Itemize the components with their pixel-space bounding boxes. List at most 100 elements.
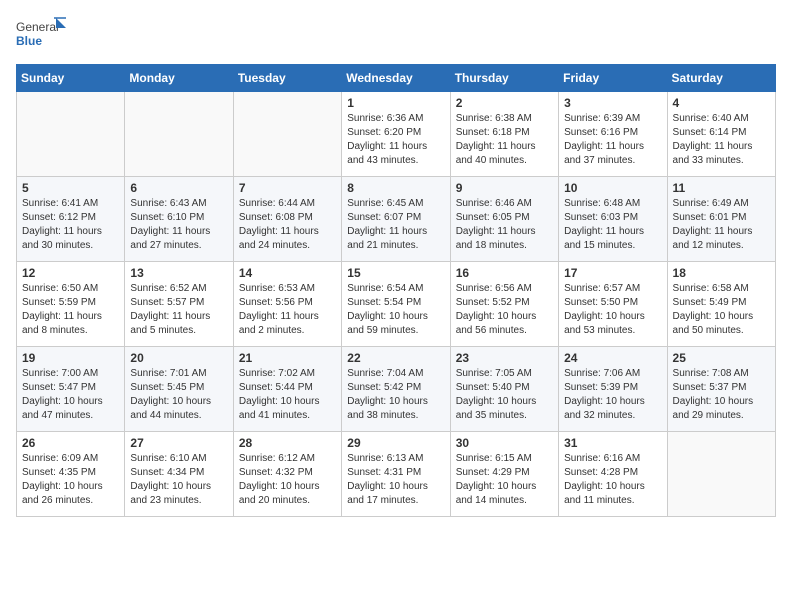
cell-sun-info: Sunrise: 7:01 AM Sunset: 5:45 PM Dayligh… — [130, 367, 227, 423]
day-number: 15 — [347, 266, 444, 280]
cell-sun-info: Sunrise: 7:05 AM Sunset: 5:40 PM Dayligh… — [456, 367, 553, 423]
cell-sun-info: Sunrise: 6:58 AM Sunset: 5:49 PM Dayligh… — [673, 282, 770, 338]
calendar-week-row: 26 Sunrise: 6:09 AM Sunset: 4:35 PM Dayli… — [17, 432, 776, 517]
calendar-cell: 28Sunrise: 6:12 AM Sunset: 4:32 PM Dayli… — [233, 432, 341, 517]
day-number: 1 — [347, 96, 444, 110]
svg-text:Blue: Blue — [16, 34, 42, 48]
calendar-cell: 16 Sunrise: 6:56 AM Sunset: 5:52 PM Dayli… — [450, 262, 558, 347]
cell-sun-info: Sunrise: 6:16 AM Sunset: 4:28 PM Dayligh… — [564, 452, 661, 508]
day-number: 30 — [456, 436, 553, 450]
day-number: 3 — [564, 96, 661, 110]
calendar-cell: 11Sunrise: 6:49 AM Sunset: 6:01 PM Dayli… — [667, 177, 775, 262]
cell-sun-info: Sunrise: 6:57 AM Sunset: 5:50 PM Dayligh… — [564, 282, 661, 338]
day-number: 16 — [456, 266, 553, 280]
day-number: 13 — [130, 266, 227, 280]
day-number: 22 — [347, 351, 444, 365]
calendar-cell: 21 Sunrise: 7:02 AM Sunset: 5:44 PM Dayli… — [233, 347, 341, 432]
weekday-header: Thursday — [450, 65, 558, 92]
cell-sun-info: Sunrise: 6:56 AM Sunset: 5:52 PM Dayligh… — [456, 282, 553, 338]
cell-sun-info: Sunrise: 6:48 AM Sunset: 6:03 PM Dayligh… — [564, 197, 661, 253]
calendar-cell: 6 Sunrise: 6:43 AM Sunset: 6:10 PM Daylig… — [125, 177, 233, 262]
cell-sun-info: Sunrise: 7:00 AM Sunset: 5:47 PM Dayligh… — [22, 367, 119, 423]
day-number: 26 — [22, 436, 119, 450]
calendar-cell: 27Sunrise: 6:10 AM Sunset: 4:34 PM Dayli… — [125, 432, 233, 517]
calendar-cell: 30 Sunrise: 6:15 AM Sunset: 4:29 PM Dayli… — [450, 432, 558, 517]
cell-sun-info: Sunrise: 6:38 AM Sunset: 6:18 PM Dayligh… — [456, 112, 553, 168]
calendar-cell — [233, 92, 341, 177]
calendar-week-row: 12 Sunrise: 6:50 AM Sunset: 5:59 PM Dayli… — [17, 262, 776, 347]
calendar-cell: 15 Sunrise: 6:54 AM Sunset: 5:54 PM Dayli… — [342, 262, 450, 347]
day-number: 5 — [22, 181, 119, 195]
day-number: 7 — [239, 181, 336, 195]
cell-sun-info: Sunrise: 7:04 AM Sunset: 5:42 PM Dayligh… — [347, 367, 444, 423]
calendar-cell: 23 Sunrise: 7:05 AM Sunset: 5:40 PM Dayli… — [450, 347, 558, 432]
calendar-cell: 3 Sunrise: 6:39 AM Sunset: 6:16 PM Daylig… — [559, 92, 667, 177]
day-number: 9 — [456, 181, 553, 195]
weekday-header: Sunday — [17, 65, 125, 92]
calendar-cell: 18 Sunrise: 6:58 AM Sunset: 5:49 PM Dayli… — [667, 262, 775, 347]
calendar-week-row: 19 Sunrise: 7:00 AM Sunset: 5:47 PM Dayli… — [17, 347, 776, 432]
calendar-cell: 1 Sunrise: 6:36 AM Sunset: 6:20 PM Daylig… — [342, 92, 450, 177]
calendar-cell: 7 Sunrise: 6:44 AM Sunset: 6:08 PM Daylig… — [233, 177, 341, 262]
day-number: 17 — [564, 266, 661, 280]
calendar-cell: 20 Sunrise: 7:01 AM Sunset: 5:45 PM Dayli… — [125, 347, 233, 432]
cell-sun-info: Sunrise: 6:54 AM Sunset: 5:54 PM Dayligh… — [347, 282, 444, 338]
calendar-cell: 8 Sunrise: 6:45 AM Sunset: 6:07 PM Daylig… — [342, 177, 450, 262]
calendar-cell: 26 Sunrise: 6:09 AM Sunset: 4:35 PM Dayli… — [17, 432, 125, 517]
cell-sun-info: Sunrise: 6:46 AM Sunset: 6:05 PM Dayligh… — [456, 197, 553, 253]
cell-sun-info: Sunrise: 6:10 AM Sunset: 4:34 PM Dayligh… — [130, 452, 227, 508]
calendar-cell: 14 Sunrise: 6:53 AM Sunset: 5:56 PM Dayli… — [233, 262, 341, 347]
calendar-table: SundayMondayTuesdayWednesdayThursdayFrid… — [16, 64, 776, 517]
day-number: 19 — [22, 351, 119, 365]
calendar-cell: 4 Sunrise: 6:40 AM Sunset: 6:14 PM Daylig… — [667, 92, 775, 177]
day-number: 12 — [22, 266, 119, 280]
cell-sun-info: Sunrise: 7:06 AM Sunset: 5:39 PM Dayligh… — [564, 367, 661, 423]
calendar-cell: 5 Sunrise: 6:41 AM Sunset: 6:12 PM Daylig… — [17, 177, 125, 262]
page-header: General Blue — [16, 16, 776, 52]
cell-sun-info: Sunrise: 6:53 AM Sunset: 5:56 PM Dayligh… — [239, 282, 336, 338]
cell-sun-info: Sunrise: 6:09 AM Sunset: 4:35 PM Dayligh… — [22, 452, 119, 508]
calendar-cell: 2 Sunrise: 6:38 AM Sunset: 6:18 PM Daylig… — [450, 92, 558, 177]
logo-svg: General Blue — [16, 16, 66, 52]
cell-sun-info: Sunrise: 6:36 AM Sunset: 6:20 PM Dayligh… — [347, 112, 444, 168]
cell-sun-info: Sunrise: 6:40 AM Sunset: 6:14 PM Dayligh… — [673, 112, 770, 168]
cell-sun-info: Sunrise: 6:45 AM Sunset: 6:07 PM Dayligh… — [347, 197, 444, 253]
day-number: 29 — [347, 436, 444, 450]
day-number: 2 — [456, 96, 553, 110]
calendar-cell: 19 Sunrise: 7:00 AM Sunset: 5:47 PM Dayli… — [17, 347, 125, 432]
svg-text:General: General — [16, 20, 59, 34]
logo: General Blue — [16, 16, 66, 52]
day-number: 18 — [673, 266, 770, 280]
day-number: 20 — [130, 351, 227, 365]
day-number: 24 — [564, 351, 661, 365]
cell-sun-info: Sunrise: 6:15 AM Sunset: 4:29 PM Dayligh… — [456, 452, 553, 508]
weekday-header: Wednesday — [342, 65, 450, 92]
weekday-header: Saturday — [667, 65, 775, 92]
calendar-cell: 22 Sunrise: 7:04 AM Sunset: 5:42 PM Dayli… — [342, 347, 450, 432]
cell-sun-info: Sunrise: 6:43 AM Sunset: 6:10 PM Dayligh… — [130, 197, 227, 253]
cell-sun-info: Sunrise: 6:39 AM Sunset: 6:16 PM Dayligh… — [564, 112, 661, 168]
day-number: 14 — [239, 266, 336, 280]
weekday-header-row: SundayMondayTuesdayWednesdayThursdayFrid… — [17, 65, 776, 92]
day-number: 23 — [456, 351, 553, 365]
calendar-week-row: 5 Sunrise: 6:41 AM Sunset: 6:12 PM Daylig… — [17, 177, 776, 262]
cell-sun-info: Sunrise: 6:44 AM Sunset: 6:08 PM Dayligh… — [239, 197, 336, 253]
cell-sun-info: Sunrise: 6:50 AM Sunset: 5:59 PM Dayligh… — [22, 282, 119, 338]
cell-sun-info: Sunrise: 7:08 AM Sunset: 5:37 PM Dayligh… — [673, 367, 770, 423]
calendar-cell — [667, 432, 775, 517]
cell-sun-info: Sunrise: 7:02 AM Sunset: 5:44 PM Dayligh… — [239, 367, 336, 423]
cell-sun-info: Sunrise: 6:49 AM Sunset: 6:01 PM Dayligh… — [673, 197, 770, 253]
calendar-cell: 12 Sunrise: 6:50 AM Sunset: 5:59 PM Dayli… — [17, 262, 125, 347]
cell-sun-info: Sunrise: 6:41 AM Sunset: 6:12 PM Dayligh… — [22, 197, 119, 253]
calendar-cell: 13Sunrise: 6:52 AM Sunset: 5:57 PM Dayli… — [125, 262, 233, 347]
day-number: 6 — [130, 181, 227, 195]
calendar-cell: 29Sunrise: 6:13 AM Sunset: 4:31 PM Dayli… — [342, 432, 450, 517]
calendar-cell: 31Sunrise: 6:16 AM Sunset: 4:28 PM Dayli… — [559, 432, 667, 517]
calendar-cell: 17 Sunrise: 6:57 AM Sunset: 5:50 PM Dayli… — [559, 262, 667, 347]
day-number: 10 — [564, 181, 661, 195]
day-number: 8 — [347, 181, 444, 195]
calendar-cell — [125, 92, 233, 177]
day-number: 4 — [673, 96, 770, 110]
day-number: 21 — [239, 351, 336, 365]
calendar-cell: 9 Sunrise: 6:46 AM Sunset: 6:05 PM Daylig… — [450, 177, 558, 262]
